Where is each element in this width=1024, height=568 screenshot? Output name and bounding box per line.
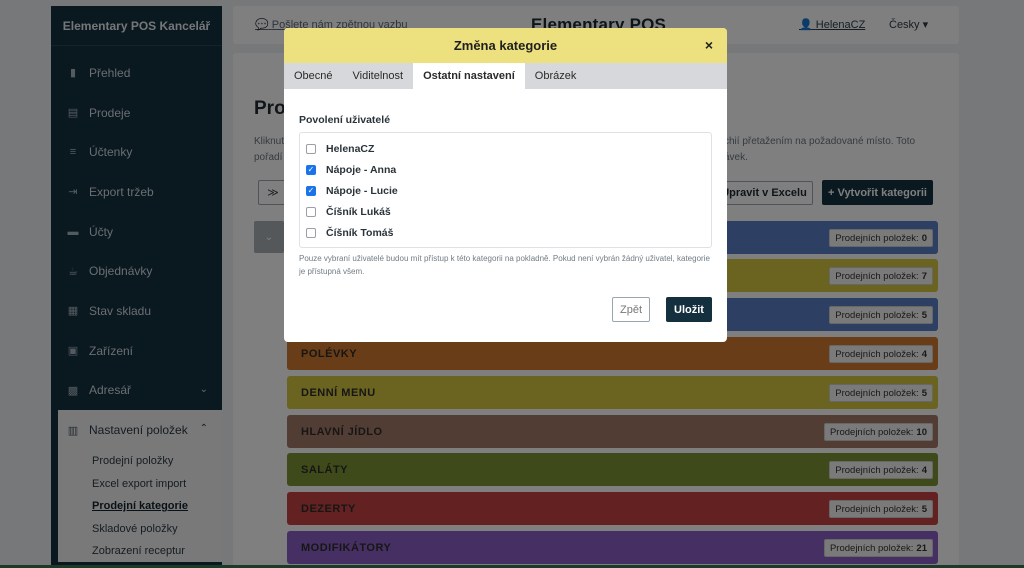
tab-viditelnost[interactable]: Viditelnost <box>343 63 414 89</box>
modal-header: Změna kategorie × <box>284 28 727 63</box>
save-button[interactable]: Uložit <box>666 297 712 322</box>
user-checkbox-label: HelenaCZ <box>326 142 375 155</box>
modal-tabs: Obecné Viditelnost Ostatní nastavení Obr… <box>284 63 727 89</box>
tab-ostatni-nastaveni[interactable]: Ostatní nastavení <box>413 63 525 89</box>
user-checkbox-row[interactable]: Číšník Lukáš <box>300 201 711 222</box>
change-category-modal: Změna kategorie × Obecné Viditelnost Ost… <box>284 28 727 342</box>
allowed-users-label: Povolení uživatelé <box>299 114 391 126</box>
close-icon[interactable]: × <box>705 37 713 53</box>
back-button[interactable]: Zpět <box>612 297 650 322</box>
user-checkbox-label: Nápoje - Anna <box>326 163 397 176</box>
modal-title: Změna kategorie <box>453 38 558 53</box>
help-text: Pouze vybraní uživatelé budou mít přístu… <box>299 254 710 276</box>
user-checkbox-label: Číšník Lukáš <box>326 205 391 218</box>
user-checkbox-row[interactable]: HelenaCZ <box>300 138 711 159</box>
user-checkbox-row[interactable]: ✓ Nápoje - Lucie <box>300 180 711 201</box>
tab-obecne[interactable]: Obecné <box>284 63 343 89</box>
user-checkbox-label: Nápoje - Lucie <box>326 184 398 197</box>
user-checkbox-label: Číšník Tomáš <box>326 226 394 239</box>
user-checkbox[interactable]: ✓ <box>306 164 316 175</box>
user-checkbox-row[interactable]: Číšník Tomáš <box>300 222 711 243</box>
allowed-users-list: HelenaCZ ✓ Nápoje - Anna ✓ Nápoje - Lucie Číš… <box>299 132 712 248</box>
tab-obrazek[interactable]: Obrázek <box>525 63 587 89</box>
user-checkbox[interactable] <box>306 227 316 238</box>
user-checkbox[interactable]: ✓ <box>306 185 316 196</box>
user-checkbox[interactable] <box>306 143 316 154</box>
user-checkbox-row[interactable]: ✓ Nápoje - Anna <box>300 159 711 180</box>
user-checkbox[interactable] <box>306 206 316 217</box>
